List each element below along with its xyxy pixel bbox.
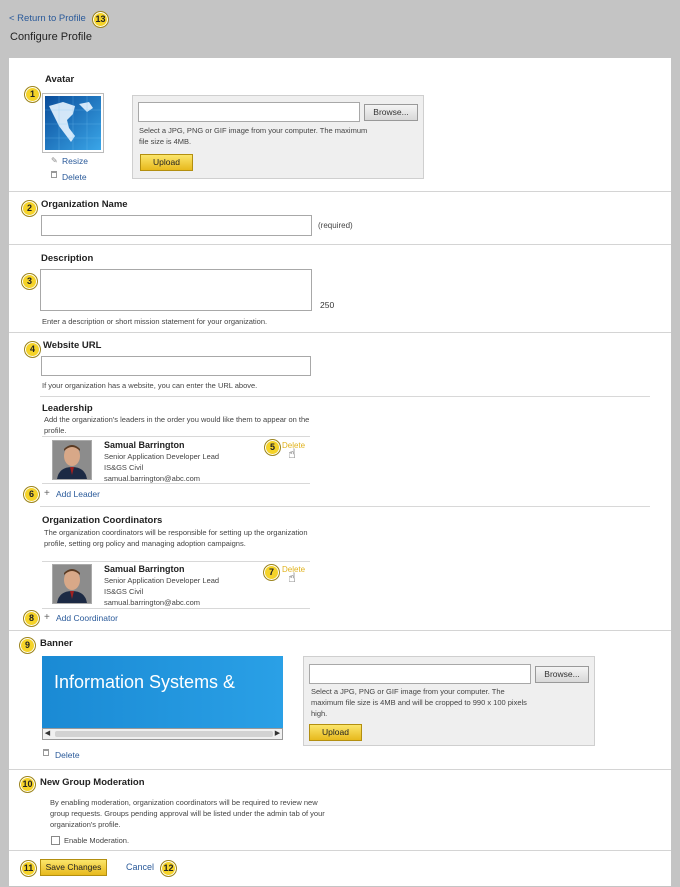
hand-cursor-icon: ☝ — [288, 570, 296, 585]
description-label: Description — [41, 253, 94, 264]
banner-upload-help: Select a JPG, PNG or GIF image from your… — [311, 687, 527, 718]
moderation-label: New Group Moderation — [40, 777, 145, 788]
leader-title: Senior Application Developer Lead — [104, 452, 220, 461]
coordinator-name: Samual Barrington — [104, 564, 185, 574]
divider — [42, 608, 310, 609]
callout-badge-5: 5 — [264, 439, 281, 456]
callout-badge-1: 1 — [24, 86, 41, 103]
divider — [9, 850, 671, 851]
leadership-label: Leadership — [42, 403, 93, 414]
divider — [9, 332, 671, 333]
banner-upload-button[interactable]: Upload — [309, 724, 362, 741]
banner-file-input[interactable] — [309, 664, 531, 684]
trash-icon — [43, 749, 49, 756]
callout-badge-7: 7 — [263, 564, 280, 581]
enable-moderation-checkbox[interactable] — [51, 836, 60, 845]
scroll-right-icon[interactable]: ▶ — [273, 729, 282, 739]
divider — [9, 769, 671, 770]
banner-scrollbar[interactable]: ◀ ▶ — [42, 728, 283, 740]
callout-badge-3: 3 — [21, 273, 38, 290]
avatar-image — [42, 93, 104, 153]
form-panel — [9, 58, 671, 886]
banner-delete-link[interactable]: Delete — [55, 750, 80, 760]
description-help: Enter a description or short mission sta… — [42, 317, 268, 326]
banner-image-text: Information Systems & — [54, 672, 236, 692]
banner-image: Information Systems & — [42, 656, 283, 728]
org-name-label: Organization Name — [41, 199, 128, 210]
website-label: Website URL — [43, 340, 102, 351]
divider — [40, 506, 650, 507]
callout-badge-4: 4 — [24, 341, 41, 358]
hand-cursor-icon: ☝ — [288, 446, 296, 461]
coordinator-avatar — [52, 564, 92, 604]
add-coordinator-link[interactable]: Add Coordinator — [56, 613, 118, 623]
cancel-link[interactable]: Cancel — [126, 862, 154, 872]
callout-badge-9: 9 — [19, 637, 36, 654]
banner-label: Banner — [40, 638, 73, 649]
scrollbar-thumb[interactable] — [55, 731, 273, 737]
leader-name: Samual Barrington — [104, 440, 185, 450]
website-help: If your organization has a website, you … — [42, 381, 258, 390]
banner-browse-button[interactable]: Browse... — [535, 666, 589, 683]
save-changes-button[interactable]: Save Changes — [40, 859, 107, 876]
char-counter: 250 — [320, 300, 335, 310]
leader-dept: IS&GS Civil — [104, 463, 144, 472]
coordinator-email: samual.barrington@abc.com — [104, 598, 200, 607]
avatar-upload-help: Select a JPG, PNG or GIF image from your… — [139, 126, 368, 146]
callout-badge-6: 6 — [23, 486, 40, 503]
scroll-left-icon[interactable]: ◀ — [43, 729, 52, 739]
description-textarea[interactable] — [40, 269, 312, 311]
coordinators-label: Organization Coordinators — [42, 515, 163, 526]
divider — [42, 436, 310, 437]
divider — [9, 244, 671, 245]
callout-badge-8: 8 — [23, 610, 40, 627]
pencil-icon: ✎ — [51, 156, 58, 165]
coordinator-title: Senior Application Developer Lead — [104, 576, 220, 585]
callout-badge-13: 13 — [92, 11, 109, 28]
avatar-label: Avatar — [45, 74, 75, 85]
divider — [40, 396, 650, 397]
divider — [42, 561, 310, 562]
trash-icon — [51, 171, 57, 178]
return-to-profile-link[interactable]: < Return to Profile — [9, 13, 86, 24]
callout-badge-11: 11 — [20, 860, 37, 877]
website-url-input[interactable] — [41, 356, 311, 376]
avatar-browse-button[interactable]: Browse... — [364, 104, 418, 121]
coordinator-dept: IS&GS Civil — [104, 587, 144, 596]
plus-icon: + — [44, 612, 50, 623]
page-title: Configure Profile — [10, 31, 92, 43]
divider — [42, 483, 310, 484]
avatar-delete-link[interactable]: Delete — [62, 172, 87, 182]
leadership-help: Add the organization's leaders in the or… — [44, 415, 310, 435]
callout-badge-12: 12 — [160, 860, 177, 877]
plus-icon: + — [44, 488, 50, 499]
callout-badge-2: 2 — [21, 200, 38, 217]
leader-email: samual.barrington@abc.com — [104, 474, 200, 483]
avatar-resize-link[interactable]: Resize — [62, 156, 88, 166]
divider — [9, 191, 671, 192]
org-name-input[interactable] — [41, 215, 312, 236]
avatar-file-input[interactable] — [138, 102, 360, 122]
callout-badge-10: 10 — [19, 776, 36, 793]
add-leader-link[interactable]: Add Leader — [56, 489, 100, 499]
avatar-upload-button[interactable]: Upload — [140, 154, 193, 171]
coordinators-help: The organization coordinators will be re… — [44, 528, 308, 548]
moderation-help: By enabling moderation, organization coo… — [50, 798, 325, 829]
leader-avatar — [52, 440, 92, 480]
enable-moderation-label: Enable Moderation. — [64, 836, 130, 845]
divider — [9, 630, 671, 631]
required-hint: (required) — [318, 221, 353, 230]
